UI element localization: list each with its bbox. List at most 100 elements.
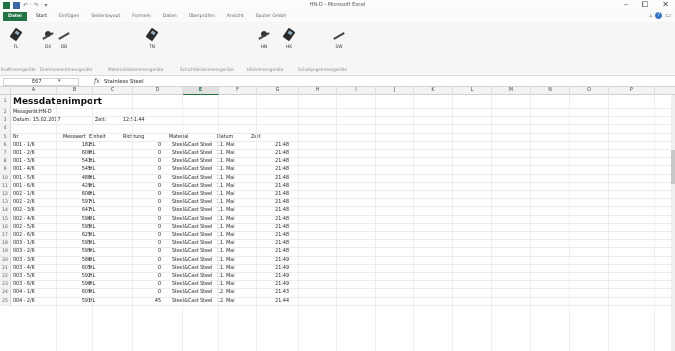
cell-mw[interactable]: 595 [59, 224, 91, 232]
column-label[interactable]: Datum [217, 134, 233, 142]
cell-nr[interactable]: 003 - 3/6 [13, 257, 35, 265]
column-header-a[interactable]: A [11, 87, 57, 95]
column-label[interactable]: Richtung [123, 134, 144, 142]
cell-time[interactable]: 21:48 [259, 199, 289, 207]
cell-time[interactable]: 21:48 [259, 248, 289, 256]
cell-nr[interactable]: 001 - 1/6 [13, 142, 35, 150]
cell-time[interactable]: 21:43 [259, 289, 289, 297]
ribbon-button-db[interactable]: DB [51, 27, 77, 50]
help-icon[interactable]: ? [655, 12, 663, 19]
cell-time[interactable]: 21:48 [259, 216, 289, 224]
cell-date[interactable]: 11. Mai [217, 199, 235, 207]
cell-mat[interactable]: Steel&Cast Steel [172, 150, 212, 158]
cell-mat[interactable]: Steel&Cast Steel [172, 224, 212, 232]
row-number[interactable]: 25 [0, 297, 11, 305]
column-header-f[interactable]: F [219, 87, 257, 95]
cell-time[interactable]: 21:48 [259, 142, 289, 150]
row-number[interactable]: 18 [0, 240, 11, 248]
cell-nr[interactable]: 004 - 2/6 [13, 298, 35, 306]
cell-nr[interactable]: 002 - 6/6 [13, 232, 35, 240]
cell-date[interactable]: 12. Mai [217, 298, 235, 306]
cell-nr[interactable]: 003 - 1/6 [13, 240, 35, 248]
row-number[interactable]: 9 [0, 166, 11, 174]
cell-date[interactable]: 12. Mai [217, 289, 235, 297]
ribbon-button-sw[interactable]: SW [326, 27, 352, 50]
restore-button[interactable]: ⧠ [642, 0, 648, 10]
column-label[interactable]: Messwert [63, 134, 86, 142]
row-number[interactable]: 3 [0, 117, 11, 125]
cell-time[interactable]: 21:44 [259, 298, 289, 306]
cell-mw[interactable]: 586 [59, 257, 91, 265]
row-number[interactable]: 5 [0, 133, 11, 141]
cell-date[interactable]: 11. Mai [217, 240, 235, 248]
row-number[interactable]: 19 [0, 248, 11, 256]
cell-mat[interactable]: Steel&Cast Steel [172, 248, 212, 256]
cell-mw[interactable]: 592 [59, 273, 91, 281]
cell-mat[interactable]: Steel&Cast Steel [172, 273, 212, 281]
column-header-c[interactable]: C [93, 87, 133, 95]
cell-mat[interactable]: Steel&Cast Steel [172, 232, 212, 240]
cell-nr[interactable]: 002 - 1/6 [13, 191, 35, 199]
tab-review[interactable]: Überprüfen [183, 12, 221, 21]
cell-date[interactable]: 11. Mai [217, 265, 235, 273]
column-header-p[interactable]: P [609, 87, 655, 95]
cell-mw[interactable]: 600 [59, 191, 91, 199]
fx-icon[interactable]: fx [94, 78, 100, 85]
column-header-n[interactable]: N [531, 87, 570, 95]
meta-label[interactable]: Zeit: [95, 117, 106, 125]
cell-mat[interactable]: Steel&Cast Steel [172, 199, 212, 207]
cell-mat[interactable]: Steel&Cast Steel [172, 166, 212, 174]
row-number[interactable]: 12 [0, 191, 11, 199]
meta-label[interactable]: Messgerät: [13, 109, 40, 117]
meta-value[interactable]: HN-D [39, 109, 52, 117]
tab-file[interactable]: Datei [3, 12, 27, 21]
cell-nr[interactable]: 001 - 6/6 [13, 183, 35, 191]
cell-nr[interactable]: 003 - 4/6 [13, 265, 35, 273]
cell-time[interactable]: 21:49 [259, 265, 289, 273]
cell-mat[interactable]: Steel&Cast Steel [172, 289, 212, 297]
cell-mat[interactable]: Steel&Cast Steel [172, 183, 212, 191]
row-number[interactable]: 4 [0, 125, 11, 133]
meta-value[interactable]: 12:51:44 [123, 117, 145, 125]
column-label[interactable]: Nr [13, 134, 19, 142]
cell-mw[interactable]: 543 [59, 158, 91, 166]
cell-mw[interactable]: 597 [59, 199, 91, 207]
cell-mw[interactable]: 429 [59, 183, 91, 191]
cell-mw[interactable]: 480 [59, 175, 91, 183]
row-number[interactable]: 6 [0, 141, 11, 149]
cell-nr[interactable]: 001 - 3/6 [13, 158, 35, 166]
column-header-h[interactable]: H [299, 87, 337, 95]
cell-date[interactable]: 11. Mai [217, 248, 235, 256]
row-number[interactable]: 2 [0, 109, 11, 117]
cell-mat[interactable]: Steel&Cast Steel [172, 240, 212, 248]
cell-nr[interactable]: 001 - 4/6 [13, 166, 35, 174]
column-header-j[interactable]: J [376, 87, 414, 95]
select-all-corner[interactable] [0, 87, 11, 95]
cell-mw[interactable]: 596 [59, 216, 91, 224]
close-button[interactable]: ✕ [662, 0, 669, 10]
scrollbar-thumb[interactable] [671, 150, 675, 184]
cell-time[interactable]: 21:48 [259, 158, 289, 166]
row-number[interactable]: 1 [0, 95, 11, 108]
row-number[interactable]: 13 [0, 199, 11, 207]
row-number[interactable]: 22 [0, 273, 11, 281]
cell-time[interactable]: 21:48 [259, 150, 289, 158]
cell-time[interactable]: 21:49 [259, 273, 289, 281]
cell-mw[interactable]: 647 [59, 207, 91, 215]
cell-date[interactable]: 11. Mai [217, 232, 235, 240]
row-number[interactable]: 11 [0, 182, 11, 190]
formula-input[interactable]: Stainless Steel [104, 78, 144, 86]
cell-nr[interactable]: 002 - 2/6 [13, 199, 35, 207]
column-header-k[interactable]: K [414, 87, 453, 95]
column-header-e[interactable]: E [183, 87, 219, 95]
cell-time[interactable]: 21:49 [259, 257, 289, 265]
cell-nr[interactable]: 002 - 4/6 [13, 216, 35, 224]
column-header-l[interactable]: L [453, 87, 492, 95]
row-number[interactable]: 15 [0, 215, 11, 223]
cell-date[interactable]: 11. Mai [217, 257, 235, 265]
cell-date[interactable]: 11. Mai [217, 158, 235, 166]
cell-nr[interactable]: 003 - 6/6 [13, 281, 35, 289]
cell-mat[interactable]: Steel&Cast Steel [172, 281, 212, 289]
cell-mat[interactable]: Steel&Cast Steel [172, 191, 212, 199]
row-number[interactable]: 20 [0, 256, 11, 264]
